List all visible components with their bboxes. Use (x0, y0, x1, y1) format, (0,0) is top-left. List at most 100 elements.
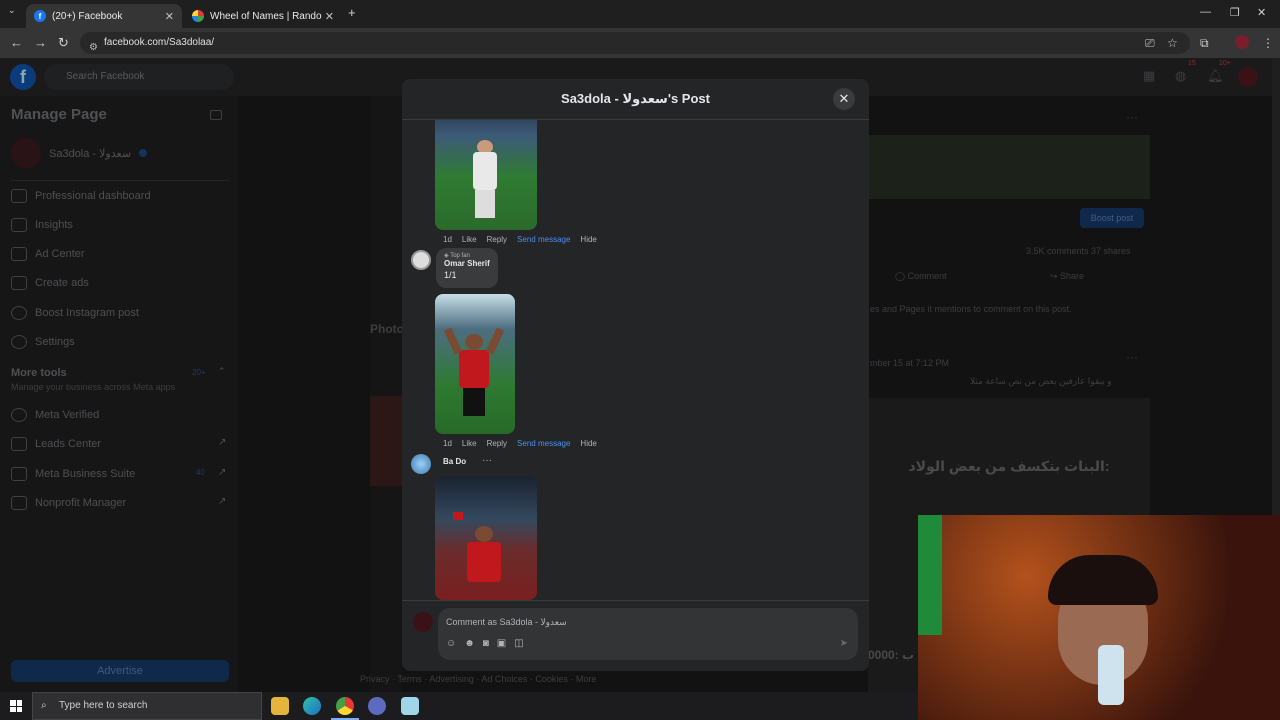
profile-avatar[interactable] (1235, 35, 1249, 49)
sidebar-item-ad-center[interactable]: Ad Center (11, 247, 85, 261)
comment-input[interactable]: Comment as Sa3dola - سعدولا (446, 617, 567, 628)
ad-center-icon (11, 247, 27, 261)
neon-sign (918, 515, 942, 635)
sticker-icon[interactable]: ◫ (514, 638, 523, 649)
sidebar-page-row[interactable]: Sa3dola - سعدولا (11, 138, 148, 168)
facebook-logo-icon[interactable]: f (10, 64, 36, 90)
comment-actions: 1d Like Reply Send message Hide (443, 439, 597, 448)
like-link[interactable]: Like (462, 235, 477, 244)
send-icon[interactable]: ➤ (840, 638, 848, 649)
address-bar-row: ← → ↻ ⚙ facebook.com/Sa3dolaa/ ⎚ ☆ ⧉ ⋮ (0, 28, 1280, 58)
webcam-overlay (918, 515, 1280, 720)
post-modal: Sa3dola - سعدولا's Post ✕ 1d Like Reply … (402, 79, 869, 671)
gif-icon[interactable]: ▣ (497, 638, 506, 649)
comment-bubble: ◈ Top fan Omar Sherif 1/1 (436, 248, 498, 288)
comment-image[interactable] (435, 294, 515, 434)
comment-more-icon[interactable]: ··· (482, 455, 492, 466)
player-body (473, 152, 497, 190)
sidebar-item-nonprofit-manager[interactable]: Nonprofit Manager (11, 496, 126, 510)
forward-icon[interactable]: → (34, 35, 47, 50)
more-tools-subtitle: Manage your business across Meta apps (11, 382, 176, 392)
photos-heading: Photo (370, 322, 404, 336)
reply-link[interactable]: Reply (487, 235, 507, 244)
sidebar-item-meta-verified[interactable]: Meta Verified (11, 408, 99, 422)
bookmark-star-icon[interactable]: ☆ (1167, 36, 1178, 50)
gear-icon (11, 335, 27, 349)
apps-grid-icon[interactable]: ▦ (1143, 68, 1155, 84)
reply-link[interactable]: Reply (487, 439, 507, 448)
comment-composer[interactable]: Comment as Sa3dola - سعدولا ☺ ☻ ◙ ▣ ◫ ➤ (438, 608, 858, 660)
comment-text: 1/1 (444, 270, 457, 280)
back-icon[interactable]: ← (10, 35, 23, 50)
comment-actions: 1d Like Reply Send message Hide (443, 235, 597, 244)
chevron-up-icon[interactable]: ⌃ (218, 366, 226, 377)
messenger-icon[interactable]: ◍ (1175, 68, 1186, 84)
facebook-search-input[interactable]: Search Facebook (44, 64, 234, 90)
file-explorer-icon[interactable] (271, 697, 289, 715)
sidebar-item-leads-center[interactable]: Leads Center (11, 437, 101, 451)
sidebar-item-settings[interactable]: Settings (11, 335, 75, 349)
discord-icon[interactable] (368, 697, 386, 715)
send-message-link[interactable]: Send message (517, 439, 570, 448)
commenter-avatar[interactable] (411, 250, 431, 270)
restore-icon[interactable]: ❐ (1230, 6, 1240, 19)
external-link-icon: ↗ (218, 496, 227, 507)
chrome-icon[interactable] (336, 697, 354, 715)
edge-icon[interactable] (303, 697, 321, 715)
nonprofit-icon (11, 496, 27, 510)
app-icon[interactable] (401, 697, 419, 715)
background-cover-image (868, 135, 1150, 199)
url-field[interactable]: ⚙ facebook.com/Sa3dolaa/ (80, 32, 1190, 54)
avatar-sticker-icon[interactable]: ☺ (446, 638, 456, 649)
comment-image[interactable] (435, 120, 537, 230)
taskbar-search-input[interactable]: ⌕ Type here to search (32, 692, 262, 720)
post-text: و بيقوا عارفين بعض من نص ساعة مثلا (970, 376, 1112, 386)
advertise-button[interactable]: Advertise (11, 660, 229, 682)
minimize-icon[interactable]: — (1200, 6, 1211, 18)
hide-link[interactable]: Hide (580, 439, 596, 448)
tab-wheel-of-names[interactable]: Wheel of Names | Random nam ✕ (184, 4, 342, 28)
collapse-sidebar-icon[interactable] (210, 110, 222, 120)
account-avatar[interactable] (1238, 67, 1258, 87)
new-tab-button[interactable]: + (348, 5, 356, 20)
close-modal-button[interactable]: ✕ (833, 88, 855, 110)
extensions-icon[interactable]: ⧉ (1200, 36, 1209, 51)
close-window-icon[interactable]: ✕ (1257, 6, 1266, 19)
sidebar-item-insights[interactable]: Insights (11, 218, 73, 232)
hide-link[interactable]: Hide (580, 235, 596, 244)
bell-icon[interactable]: 🔔︎ (1207, 68, 1224, 84)
browser-tab-bar: ⌄ f (20+) Facebook ✕ Wheel of Names | Ra… (0, 0, 1280, 28)
close-tab-icon[interactable]: ✕ (325, 10, 334, 23)
bell-badge: 20+ (1219, 60, 1231, 67)
divider (402, 600, 869, 601)
player-arm (443, 327, 463, 355)
menu-icon[interactable]: ⋮ (1262, 36, 1274, 50)
like-link[interactable]: Like (462, 439, 477, 448)
comment-image[interactable] (435, 476, 537, 600)
tab-list-icon[interactable]: ⌄ (8, 5, 16, 16)
tab-facebook[interactable]: f (20+) Facebook ✕ (26, 4, 182, 28)
site-info-icon[interactable]: ⚙ (89, 37, 98, 59)
emoji-icon[interactable]: ☻ (464, 638, 475, 649)
cast-icon[interactable]: ⎚ (1145, 36, 1155, 51)
sidebar-item-create-ads[interactable]: Create ads (11, 276, 89, 290)
player-legs (463, 388, 485, 416)
sidebar-item-professional-dashboard[interactable]: Professional dashboard (11, 189, 151, 203)
commenter-name[interactable]: Omar Sherif (444, 259, 490, 268)
reload-icon[interactable]: ↻ (58, 35, 69, 51)
commenter-avatar[interactable] (411, 454, 431, 474)
player-shirt (467, 542, 501, 582)
instagram-icon (11, 306, 27, 320)
sidebar-item-boost-instagram[interactable]: Boost Instagram post (11, 306, 139, 320)
commenter-name[interactable]: Ba Do (443, 457, 466, 466)
windows-start-icon[interactable] (10, 700, 22, 712)
send-message-link[interactable]: Send message (517, 235, 570, 244)
create-ads-icon (11, 276, 27, 290)
close-tab-icon[interactable]: ✕ (165, 10, 174, 23)
post-more-icon: ··· (1126, 350, 1138, 364)
player-head (465, 334, 483, 350)
insights-icon (11, 218, 27, 232)
sidebar-item-meta-business-suite[interactable]: Meta Business Suite (11, 467, 135, 481)
external-link-icon: ↗ (218, 437, 227, 448)
camera-icon[interactable]: ◙ (483, 638, 489, 649)
